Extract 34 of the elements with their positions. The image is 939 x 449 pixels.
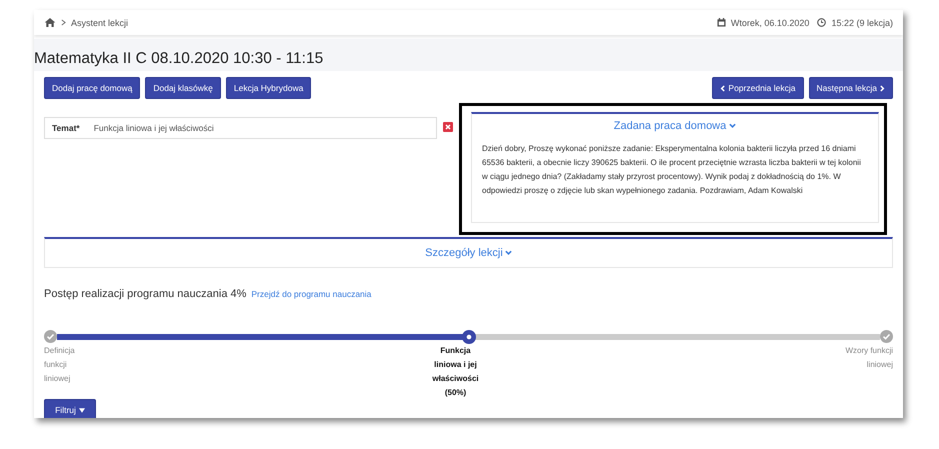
progress-text: Postęp realizacji programu nauczania 4%	[44, 288, 246, 300]
lesson-title: Matematyka II C 08.10.2020 10:30 - 11:15	[34, 49, 324, 68]
action-button[interactable]: Lekcja Hybrydowa	[226, 77, 312, 99]
previous-lesson-button[interactable]: Poprzednia lekcja	[712, 77, 804, 99]
breadcrumb-current: Asystent lekcji	[71, 18, 128, 28]
topic-field[interactable]: Temat* Funkcja liniowa i jej właściwości	[44, 117, 437, 139]
next-lesson-button[interactable]: Następna lekcja	[808, 77, 893, 99]
clock-icon	[817, 18, 826, 27]
check-circle-icon[interactable]	[44, 330, 57, 343]
chevron-right-icon	[880, 84, 885, 92]
step-label: Funkcja liniowa i jej właściwości (50%)	[431, 345, 480, 399]
check-circle-icon[interactable]	[880, 330, 893, 343]
topic-label: Temat*	[52, 123, 80, 133]
delete-icon[interactable]	[443, 122, 453, 132]
chevron-left-icon	[720, 84, 726, 92]
time-text: 15:22 (9 lekcja)	[831, 18, 893, 28]
chevron-icon	[61, 19, 66, 26]
details-toggle[interactable]: Szczegóły lekcji	[425, 247, 512, 259]
homework-toggle[interactable]: Zadana praca domowa	[614, 120, 736, 132]
date-text: Wtorek, 06.10.2020	[730, 18, 810, 28]
action-button[interactable]: Dodaj klasówkę	[145, 77, 221, 99]
home-icon[interactable]	[44, 17, 56, 28]
action-button[interactable]: Dodaj pracę domową	[44, 77, 140, 99]
homework-text: Dzień dobry, Proszę wykonać poniższe zadanie: Eksperymentalna kolonia bakterii liczyła przed 16 dniami 65536 bakterii, a obecnie liczy 390625 bakterii. O ile procent przeciętnie wzrasta liczba bakterii w tej kolonii w ciągu jednego dnia? (Zakładamy stały przyrost procentowy). Wynik podaj z dokładnością do 1%. W odpowiedzi proszę o zdjęcie lub skan wypełnionego zadania. Pozdrawiam, Adam Kowalski	[482, 143, 862, 197]
current-step-icon[interactable]	[462, 330, 476, 344]
topic-value: Funkcja liniowa i jej właściwości	[94, 123, 214, 133]
step-label: Wzory funkcji liniowej	[844, 345, 893, 371]
caret-icon	[78, 408, 85, 412]
step-label: Definicja funkcji liniowej	[44, 345, 76, 385]
curriculum-link[interactable]: Przejdź do programu nauczania	[251, 289, 372, 299]
chevron-down-icon	[504, 250, 512, 256]
calendar-icon	[716, 18, 726, 27]
filter-button[interactable]: Filtruj	[44, 399, 96, 418]
chevron-down-icon	[729, 123, 736, 129]
